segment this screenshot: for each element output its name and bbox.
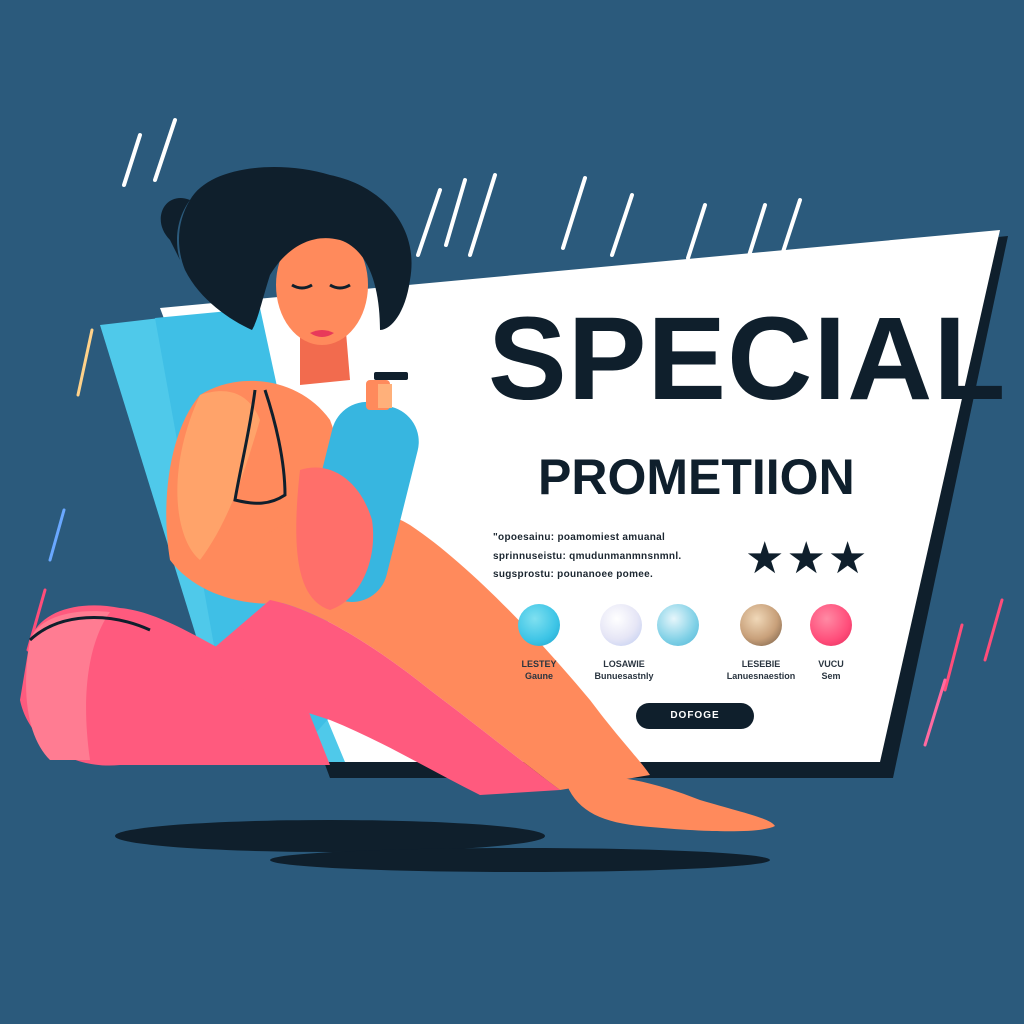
fine-print-line-2: sprinnuseistu: qmudunmanmnsnmnl. (493, 551, 682, 562)
swatch-sand[interactable] (740, 604, 782, 646)
fine-print-line-3: sugsprostu: pounanoee pomee. (493, 569, 654, 580)
headline: SPECIAL (488, 293, 1007, 425)
floor-shadow-2 (270, 848, 770, 872)
swatch-cyan[interactable] (518, 604, 560, 646)
swatch-label-5: VUCU Sem (781, 658, 881, 682)
illustration (20, 118, 1008, 872)
subheadline: PROMETIION (538, 449, 855, 505)
cta-button[interactable]: DOFOGE (636, 703, 754, 729)
fine-print-line-1: "opoesainu: poamomiest amuanal (493, 532, 666, 543)
swatch-pearl[interactable] (600, 604, 642, 646)
swatch-aqua[interactable] (657, 604, 699, 646)
swatch-label-5-top: VUCU (818, 659, 844, 669)
swatch-label-5-bottom: Sem (821, 671, 841, 682)
promo-banner: SPECIAL PROMETIION "opoesainu: poamomies… (0, 0, 1024, 1024)
floor-shadow (115, 820, 545, 852)
rating-stars: ★★★ (745, 534, 870, 583)
swatch-pink[interactable] (810, 604, 852, 646)
swatch-label-2-top: LOSAWIE (603, 659, 645, 669)
swatch-label-2: LOSAWIE Bunuesastnly (574, 658, 674, 682)
swatch-label-2-bottom: Bunuesastnly (594, 671, 654, 682)
